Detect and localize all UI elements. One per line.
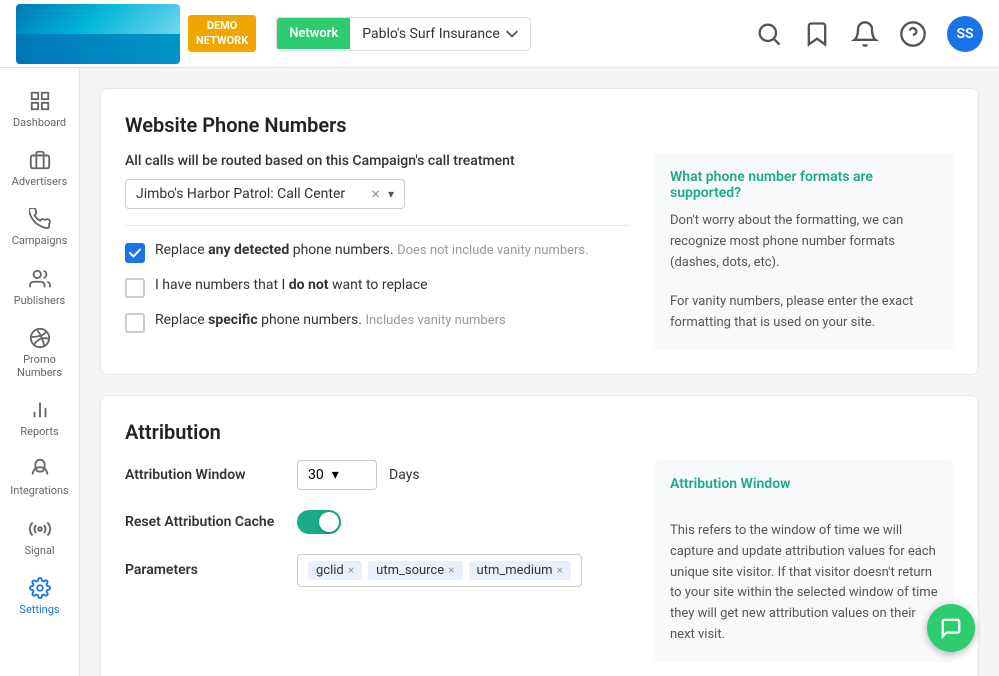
help-icon[interactable]: [899, 20, 927, 48]
bookmark-icon[interactable]: [803, 20, 831, 48]
logo[interactable]: [16, 4, 180, 64]
sidebar-item-promo-numbers[interactable]: Promo Numbers: [0, 317, 79, 389]
phone-section-title: Website Phone Numbers: [125, 113, 954, 137]
parameters-label: Parameters: [125, 562, 285, 578]
phone-numbers-card: Website Phone Numbers All calls will be …: [100, 88, 979, 375]
nav-icons: SS: [755, 16, 983, 52]
campaigns-icon: [29, 208, 51, 230]
sidebar-item-integrations[interactable]: Integrations: [0, 448, 79, 507]
attribution-window-row: Attribution Window 30 ▾ Days: [125, 460, 630, 490]
sidebar-item-signal[interactable]: Signal: [0, 508, 79, 567]
user-avatar[interactable]: SS: [947, 16, 983, 52]
main-layout: Dashboard Advertisers Campaigns Publishe…: [0, 68, 999, 676]
attribution-content: Attribution Window 30 ▾ Days Reset Attri…: [125, 460, 954, 662]
phone-info-title[interactable]: What phone number formats are supported?: [670, 169, 938, 201]
reset-attribution-toggle[interactable]: [297, 510, 341, 534]
top-navigation: DEMO NETWORK Network Pablo's Surf Insura…: [0, 0, 999, 68]
sidebar-item-label: Promo Numbers: [4, 353, 75, 379]
parameters-tags[interactable]: gclid × utm_source × utm_medium ×: [297, 554, 582, 587]
bell-icon[interactable]: [851, 20, 879, 48]
attribution-info-text: This refers to the window of time we wil…: [670, 521, 938, 646]
replace-specific-checkbox[interactable]: [125, 313, 145, 333]
sidebar-item-publishers[interactable]: Publishers: [0, 258, 79, 317]
chat-button[interactable]: [927, 604, 975, 652]
content-area: Website Phone Numbers All calls will be …: [80, 68, 999, 676]
reset-attribution-row: Reset Attribution Cache: [125, 510, 630, 534]
reset-attribution-label: Reset Attribution Cache: [125, 514, 285, 530]
phone-info-box: What phone number formats are supported?…: [654, 153, 954, 350]
attribution-window-label: Attribution Window: [125, 467, 285, 483]
sidebar-item-dashboard[interactable]: Dashboard: [0, 80, 79, 139]
no-replace-label: I have numbers that I do not want to rep…: [155, 277, 428, 293]
checkmark-icon: [129, 248, 141, 258]
attribution-card: Attribution Attribution Window 30 ▾ Days: [100, 395, 979, 676]
phone-section-content: All calls will be routed based on this C…: [125, 153, 954, 350]
replace-any-checkbox-row[interactable]: Replace any detected phone numbers. Does…: [125, 242, 630, 263]
sidebar: Dashboard Advertisers Campaigns Publishe…: [0, 68, 80, 676]
tag-utm-medium: utm_medium ×: [469, 561, 571, 580]
campaign-selector[interactable]: Jimbo's Harbor Patrol: Call Center × ▾: [125, 179, 405, 209]
advertisers-icon: [29, 149, 51, 171]
replace-any-label: Replace any detected phone numbers. Does…: [155, 242, 589, 258]
phone-info-p2: For vanity numbers, please enter the exa…: [670, 292, 938, 334]
publishers-icon: [29, 268, 51, 290]
attribution-info-box: Attribution Window This refers to the wi…: [654, 460, 954, 662]
attribution-title: Attribution: [125, 420, 954, 444]
sidebar-item-label: Integrations: [10, 484, 68, 497]
sidebar-item-label: Dashboard: [13, 116, 66, 129]
phone-info-p1: Don't worry about the formatting, we can…: [670, 211, 938, 273]
replace-specific-checkbox-row[interactable]: Replace specific phone numbers. Includes…: [125, 312, 630, 333]
no-replace-checkbox[interactable]: [125, 278, 145, 298]
days-label: Days: [389, 467, 420, 483]
remove-utm-medium-button[interactable]: ×: [557, 563, 563, 577]
campaign-value: Jimbo's Harbor Patrol: Call Center: [136, 186, 363, 202]
attribution-window-select[interactable]: 30 ▾: [297, 460, 377, 490]
network-selector[interactable]: Network Pablo's Surf Insurance: [276, 17, 531, 51]
parameters-row: Parameters gclid × utm_source ×: [125, 554, 630, 587]
remove-utm-source-button[interactable]: ×: [448, 563, 454, 577]
sidebar-item-label: Advertisers: [12, 175, 68, 188]
phone-info-content: What phone number formats are supported?…: [654, 153, 954, 350]
sidebar-item-settings[interactable]: Settings: [0, 567, 79, 626]
dashboard-icon: [29, 90, 51, 112]
integrations-icon: [29, 458, 51, 480]
campaign-dropdown-arrow[interactable]: ▾: [388, 187, 394, 201]
tag-label: utm_source: [376, 563, 444, 578]
sidebar-item-label: Publishers: [14, 294, 66, 307]
divider: [125, 225, 630, 226]
sidebar-item-label: Campaigns: [12, 234, 68, 247]
settings-icon: [29, 577, 51, 599]
clear-campaign-button[interactable]: ×: [371, 186, 380, 202]
tag-label: utm_medium: [477, 563, 553, 578]
signal-icon: [29, 518, 51, 540]
window-dropdown-arrow[interactable]: ▾: [332, 467, 339, 483]
sidebar-item-campaigns[interactable]: Campaigns: [0, 198, 79, 257]
attribution-info-content: Attribution Window This refers to the wi…: [654, 460, 954, 662]
chevron-down-icon: [506, 28, 518, 40]
network-value: Pablo's Surf Insurance: [350, 18, 530, 50]
phone-left: All calls will be routed based on this C…: [125, 153, 630, 350]
attribution-left: Attribution Window 30 ▾ Days Reset Attri…: [125, 460, 630, 662]
attribution-info-title: Attribution Window: [670, 476, 938, 492]
sidebar-item-label: Signal: [24, 544, 54, 557]
chat-icon: [940, 617, 962, 639]
tag-gclid: gclid ×: [308, 561, 362, 580]
call-treatment-label: All calls will be routed based on this C…: [125, 153, 630, 169]
demo-badge: DEMO NETWORK: [188, 15, 256, 52]
no-replace-checkbox-row[interactable]: I have numbers that I do not want to rep…: [125, 277, 630, 298]
sidebar-item-label: Reports: [20, 425, 58, 438]
sidebar-item-advertisers[interactable]: Advertisers: [0, 139, 79, 198]
replace-specific-label: Replace specific phone numbers. Includes…: [155, 312, 506, 328]
sidebar-item-label: Settings: [19, 603, 59, 616]
tag-utm-source: utm_source ×: [368, 561, 462, 580]
remove-gclid-button[interactable]: ×: [348, 563, 354, 577]
network-label: Network: [277, 18, 350, 49]
sidebar-item-reports[interactable]: Reports: [0, 389, 79, 448]
tag-label: gclid: [316, 563, 344, 578]
reports-icon: [29, 399, 51, 421]
replace-any-checkbox[interactable]: [125, 243, 145, 263]
promo-numbers-icon: [29, 327, 51, 349]
search-icon[interactable]: [755, 20, 783, 48]
toggle-circle: [319, 512, 339, 532]
